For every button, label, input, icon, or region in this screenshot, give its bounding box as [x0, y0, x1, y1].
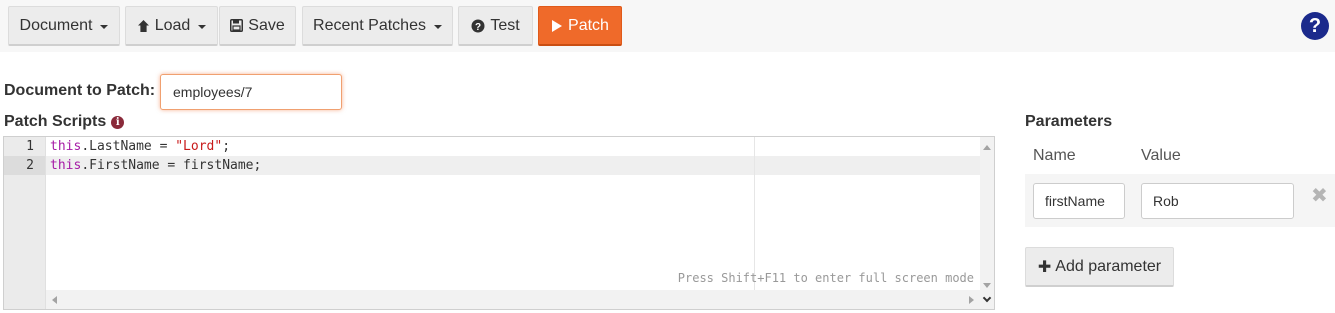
caret-down-icon — [198, 24, 207, 29]
save-button-label: Save — [248, 16, 285, 34]
code-text: ; — [222, 139, 231, 154]
print-margin — [754, 137, 755, 292]
patch-scripts-heading: Patch Scripts i — [4, 113, 125, 131]
document-button-label: Document — [19, 16, 93, 34]
patch-script-editor[interactable]: 1 2 this.LastName = "Lord"; this.FirstNa… — [3, 136, 995, 310]
caret-down-icon — [100, 24, 109, 29]
code-keyword: this — [50, 139, 82, 154]
parameter-value-input[interactable] — [1141, 183, 1294, 219]
add-parameter-button[interactable]: ✚ Add parameter — [1025, 247, 1174, 287]
code-string: "Lord" — [175, 139, 223, 154]
recent-patches-label: Recent Patches — [313, 16, 426, 34]
recent-patches-dropdown-button[interactable]: Recent Patches — [302, 6, 453, 46]
floppy-disk-icon — [230, 19, 244, 32]
toolbar: Document Load Save Recent Patches ? Test… — [0, 0, 1335, 52]
line-number: 1 — [26, 139, 34, 154]
info-icon[interactable]: i — [111, 115, 125, 129]
code-text: .LastName = — [81, 139, 176, 154]
code-area[interactable]: this.LastName = "Lord"; this.FirstName =… — [46, 137, 980, 292]
arrow-up-icon — [137, 19, 149, 32]
parameter-value-header: Value — [1141, 147, 1181, 164]
save-button[interactable]: Save — [219, 6, 296, 46]
chevron-down-icon — [982, 293, 992, 303]
patch-scripts-label: Patch Scripts — [4, 113, 107, 130]
load-dropdown-button[interactable]: Load — [125, 6, 218, 46]
patch-button[interactable]: Patch — [538, 6, 622, 46]
parameter-name-header: Name — [1033, 147, 1076, 164]
question-circle-icon: ? — [471, 19, 485, 33]
help-icon-glyph: ? — [1308, 14, 1322, 37]
parameter-name-input[interactable] — [1033, 183, 1125, 219]
editor-resize-corner[interactable] — [980, 290, 994, 309]
svg-text:?: ? — [475, 22, 481, 33]
document-to-patch-label: Document to Patch: — [4, 82, 156, 99]
line-number: 2 — [4, 156, 45, 175]
scroll-left-icon[interactable] — [52, 296, 57, 304]
load-button-label: Load — [154, 16, 191, 34]
add-parameter-label: Add parameter — [1055, 257, 1162, 275]
code-line[interactable]: this.FirstName = firstName; — [46, 156, 980, 175]
fullscreen-hint: Press Shift+F11 to enter full screen mod… — [677, 271, 974, 285]
code-text: .FirstName = firstName; — [81, 158, 262, 173]
editor-gutter: 1 2 — [4, 137, 46, 309]
remove-parameter-close-icon[interactable]: ✖ — [1311, 186, 1328, 206]
scroll-down-icon[interactable] — [983, 283, 991, 288]
test-button-label: Test — [490, 16, 520, 34]
test-button[interactable]: ? Test — [458, 6, 533, 46]
document-dropdown-button[interactable]: Document — [8, 6, 120, 46]
plus-icon: ✚ — [1037, 258, 1052, 276]
scroll-up-icon[interactable] — [983, 145, 991, 150]
help-icon[interactable]: ? — [1301, 12, 1329, 40]
scroll-right-icon[interactable] — [969, 296, 974, 304]
caret-down-icon — [433, 24, 442, 29]
code-line[interactable]: this.LastName = "Lord"; — [46, 137, 980, 156]
document-id-input[interactable] — [160, 74, 342, 110]
horizontal-scrollbar[interactable] — [46, 290, 980, 309]
code-keyword: this — [50, 158, 82, 173]
patch-button-label: Patch — [568, 16, 609, 34]
vertical-scrollbar[interactable] — [980, 137, 994, 292]
play-icon — [552, 19, 563, 32]
parameters-title: Parameters — [1025, 113, 1113, 130]
